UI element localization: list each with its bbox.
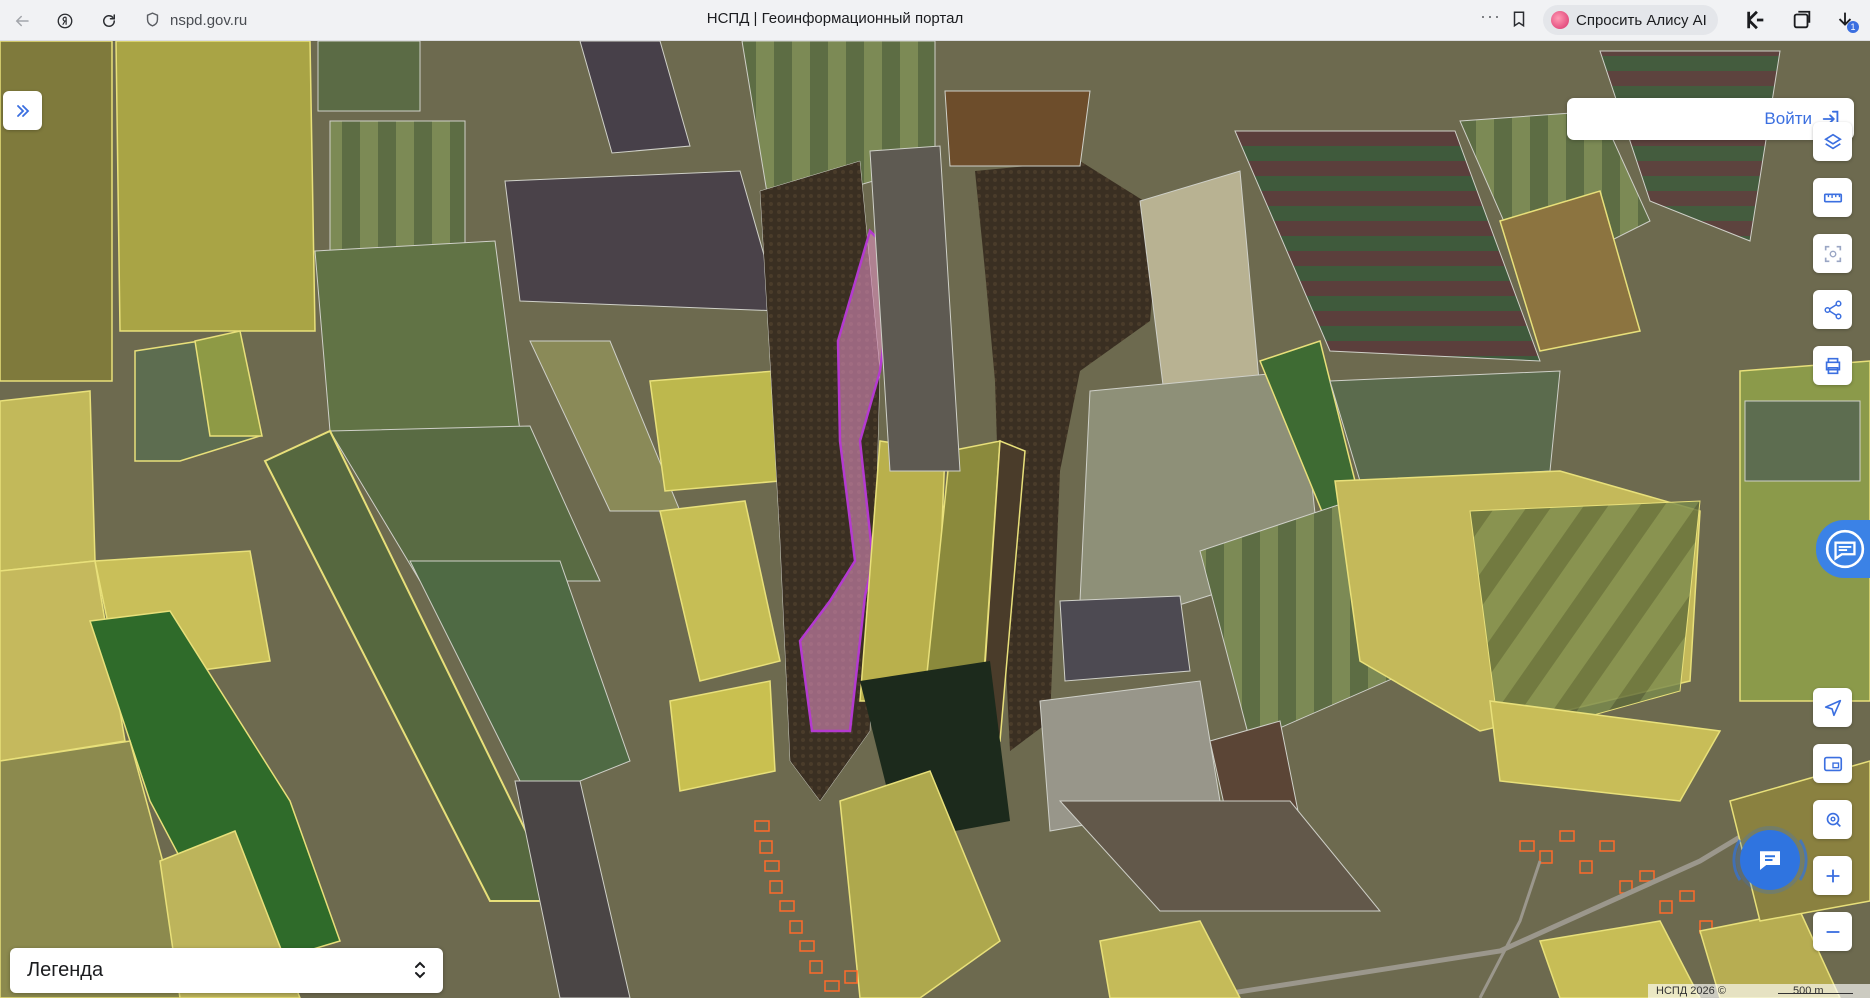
navigate-button[interactable] (1813, 688, 1852, 727)
ask-alice-label: Спросить Алису AI (1576, 11, 1707, 29)
downloads-badge: 1 (1847, 21, 1859, 33)
more-button[interactable]: ··· (1480, 6, 1501, 27)
legend-panel[interactable]: Легенда (10, 948, 443, 993)
share-icon (1823, 300, 1842, 319)
layers-button[interactable] (1813, 122, 1852, 161)
area-select-icon (1824, 245, 1841, 262)
collections-icon[interactable] (1791, 9, 1813, 31)
support-chat-icon (1825, 529, 1865, 569)
scale-label: 500 m (1793, 985, 1824, 997)
scale-bar (1778, 993, 1853, 994)
login-button[interactable]: Войти (1567, 98, 1854, 140)
expand-sidebar-button[interactable] (3, 91, 42, 130)
locate-button[interactable] (1813, 800, 1852, 839)
layers-icon (1823, 133, 1842, 149)
ruler-button[interactable] (1813, 178, 1852, 217)
bookmark-icon[interactable] (1510, 10, 1528, 28)
ask-alice-button[interactable]: Спросить Алису AI (1543, 5, 1718, 35)
zoom-out-icon (1826, 930, 1839, 933)
navigate-icon (1824, 699, 1841, 716)
extension-icon[interactable] (1745, 9, 1767, 31)
expand-collapse-icon (415, 961, 425, 979)
legend-label: Легенда (27, 959, 104, 981)
back-button[interactable] (10, 9, 34, 33)
browser-toolbar: nspd.gov.ru НСПД | Геоинформационный пор… (0, 0, 1870, 41)
print-button[interactable] (1813, 346, 1852, 385)
alice-icon (1551, 11, 1569, 29)
zoom-in-button[interactable] (1813, 856, 1852, 895)
zoom-in-icon (1826, 869, 1839, 882)
reload-icon (103, 14, 115, 27)
share-button[interactable] (1813, 290, 1852, 329)
chat-icon (1760, 851, 1780, 870)
double-chevron-right-icon (16, 104, 29, 117)
arrow-left-icon (15, 15, 29, 27)
attribution-bar: НСПД 2026 © 500 m (1648, 984, 1870, 998)
satellite-map (0, 41, 1870, 998)
page-title: НСПД | Геоинформационный портал (706, 10, 964, 27)
ruler-icon (1823, 193, 1842, 202)
locate-icon (1826, 812, 1841, 827)
reload-button[interactable] (97, 9, 121, 33)
attribution-text: НСПД 2026 © (1656, 985, 1726, 997)
zoom-out-button[interactable] (1813, 912, 1852, 951)
url-text: nspd.gov.ru (170, 12, 248, 29)
area-select-button[interactable] (1813, 234, 1852, 273)
yandex-logo-icon (57, 13, 73, 29)
downloads-button[interactable]: 1 (1834, 9, 1859, 33)
map-canvas[interactable]: Войти (0, 41, 1870, 998)
print-icon (1825, 357, 1840, 374)
shield-icon (146, 12, 159, 27)
support-tab[interactable] (1816, 520, 1870, 578)
minimap-button[interactable] (1813, 744, 1852, 783)
yandex-button[interactable] (53, 9, 77, 33)
minimap-icon (1823, 756, 1842, 771)
chat-button[interactable] (1740, 830, 1800, 890)
login-label: Войти (1764, 109, 1812, 128)
